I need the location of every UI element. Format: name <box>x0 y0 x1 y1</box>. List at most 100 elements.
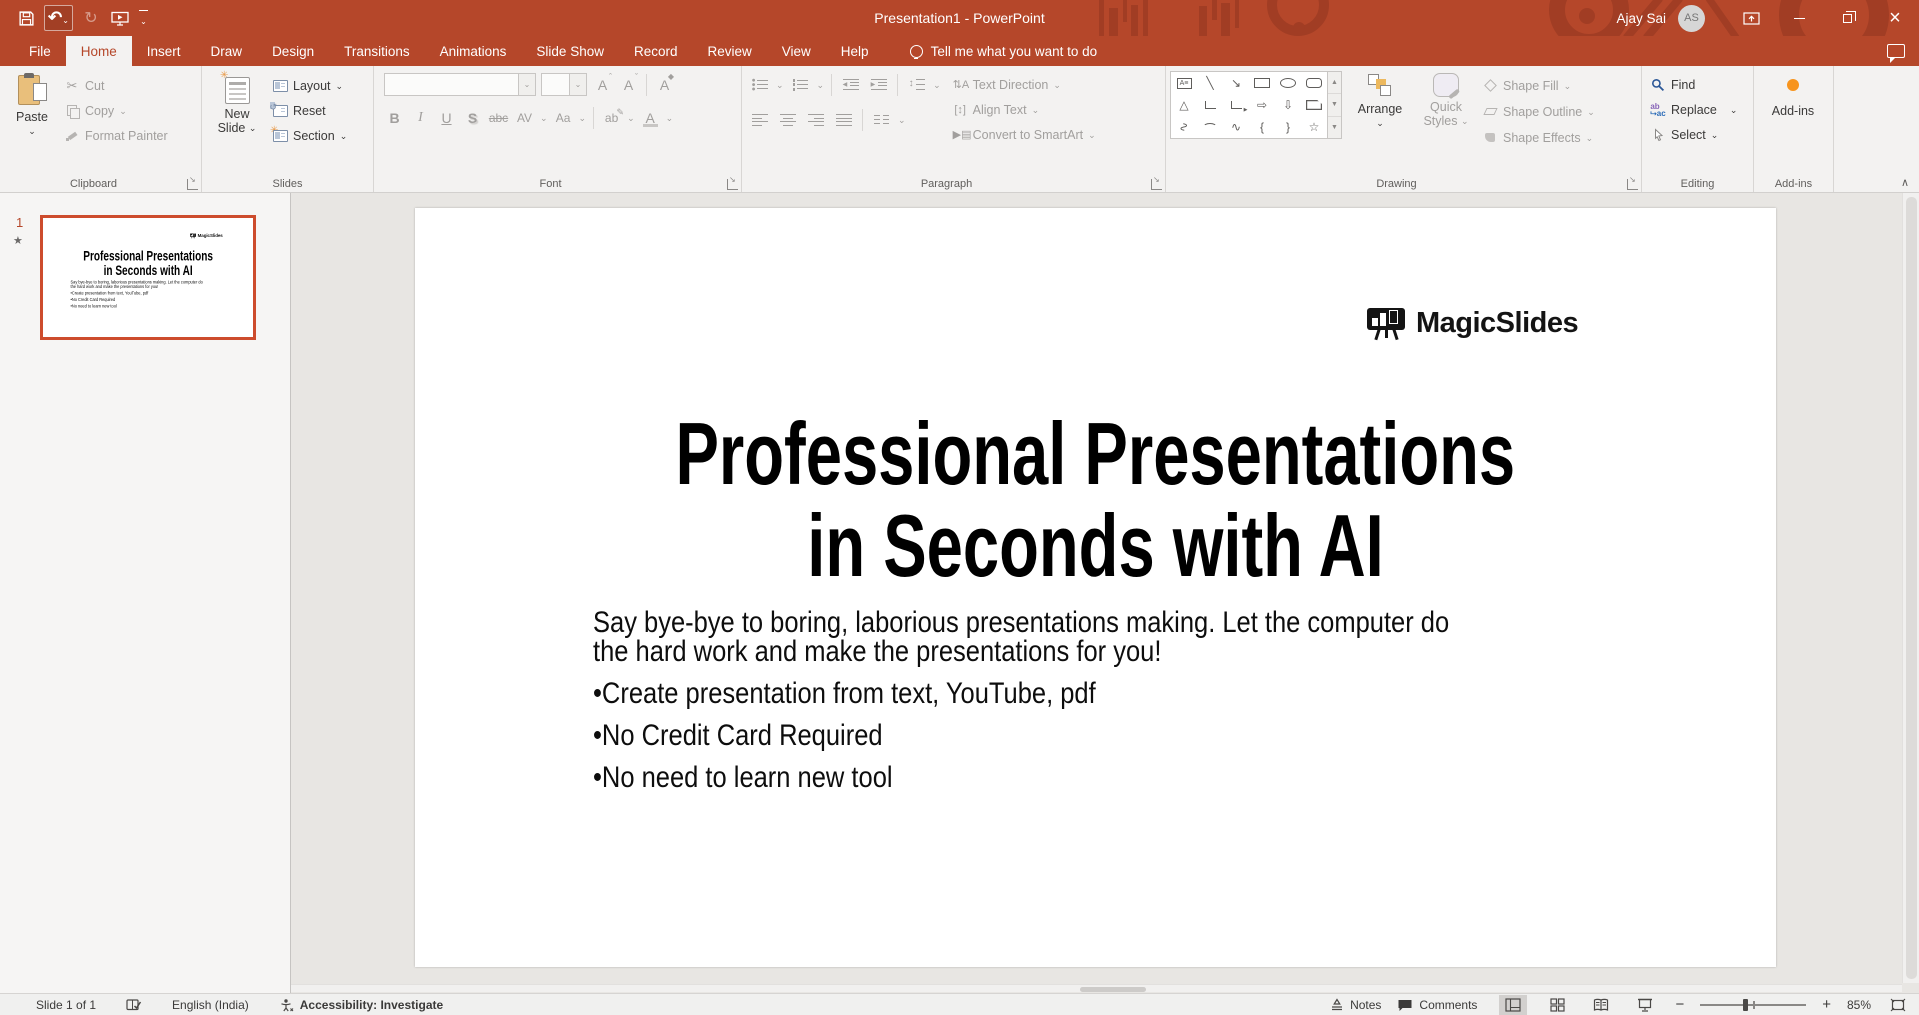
tab-home[interactable]: Home <box>65 36 132 66</box>
reset-button[interactable]: Reset <box>268 98 351 123</box>
layout-button[interactable]: Layout <box>268 73 351 98</box>
shape-arrow-icon[interactable]: ↘ <box>1231 76 1241 90</box>
shape-textbox-icon[interactable]: A≡ <box>1176 77 1192 89</box>
minimize-button[interactable] <box>1775 0 1823 36</box>
redo-button[interactable] <box>79 5 103 31</box>
shapes-scroll-down-button[interactable]: ▼ <box>1328 93 1341 115</box>
shape-triangle-icon[interactable]: △ <box>1179 98 1188 112</box>
shape-down-arrow-icon[interactable]: ⇩ <box>1283 98 1293 112</box>
text-highlight-dropdown-icon[interactable] <box>627 110 635 125</box>
font-size-dropdown-icon[interactable] <box>569 74 586 95</box>
close-button[interactable] <box>1871 0 1919 36</box>
shrink-font-button[interactable]: Aˇ <box>618 72 639 96</box>
shape-effects-dropdown-icon[interactable] <box>1586 131 1594 145</box>
shape-left-brace-icon[interactable]: { <box>1260 120 1264 134</box>
clipboard-dialog-launcher[interactable] <box>187 175 198 190</box>
font-name-dropdown-icon[interactable] <box>518 74 535 95</box>
ribbon-display-options-button[interactable] <box>1727 0 1775 36</box>
find-button[interactable]: Find <box>1650 74 1745 95</box>
tab-file[interactable]: File <box>14 36 66 66</box>
slide-editor[interactable]: MagicSlides Professional Presentations i… <box>415 208 1776 967</box>
comments-shortcut-icon[interactable] <box>1887 44 1905 63</box>
addins-button[interactable]: Add-ins <box>1758 71 1828 118</box>
columns-button[interactable] <box>870 108 893 131</box>
shapes-more-button[interactable]: ▼ <box>1328 115 1341 138</box>
slide-title-textbox[interactable]: Professional Presentations in Seconds wi… <box>415 408 1776 592</box>
font-dialog-launcher[interactable] <box>727 175 738 190</box>
bold-button[interactable]: B <box>384 106 405 129</box>
drawing-dialog-launcher[interactable] <box>1627 175 1638 190</box>
arrange-dropdown-icon[interactable] <box>1376 116 1384 130</box>
shape-effects-button[interactable]: Shape Effects <box>1482 127 1595 148</box>
arrange-button[interactable]: Arrange <box>1350 71 1410 148</box>
slide-thumbnail[interactable]: MagicSlides Professional Presentations i… <box>40 215 256 340</box>
notes-toggle[interactable]: Notes <box>1330 998 1381 1012</box>
align-center-button[interactable] <box>776 108 799 131</box>
numbering-dropdown-icon[interactable] <box>817 77 825 92</box>
zoom-slider-thumb[interactable] <box>1742 998 1748 1011</box>
zoom-out-button[interactable]: − <box>1675 996 1684 1013</box>
save-button[interactable] <box>14 5 38 31</box>
font-size-combobox[interactable] <box>541 73 587 96</box>
tab-draw[interactable]: Draw <box>196 36 258 66</box>
shape-elbow-connector-icon[interactable] <box>1204 101 1216 109</box>
character-spacing-dropdown-icon[interactable] <box>540 110 548 125</box>
replace-button[interactable]: ab ⮡ac Replace <box>1650 99 1745 120</box>
section-button[interactable]: Section <box>268 123 351 148</box>
slide-indicator[interactable]: Slide 1 of 1 <box>36 998 96 1012</box>
section-dropdown-icon[interactable] <box>340 129 348 143</box>
bullets-button[interactable] <box>748 73 771 96</box>
customize-qat-button[interactable] <box>138 9 148 27</box>
shape-oval-icon[interactable] <box>1280 78 1296 88</box>
slide-body-textbox[interactable]: Say bye-bye to boring, laborious present… <box>593 608 1600 793</box>
shape-snip-rectangle-icon[interactable] <box>1306 100 1322 110</box>
restore-button[interactable] <box>1823 0 1871 36</box>
accessibility-checker[interactable]: Accessibility: Investigate <box>279 998 443 1012</box>
bullets-dropdown-icon[interactable] <box>776 77 784 92</box>
fit-slide-to-window-button[interactable] <box>1887 995 1909 1015</box>
shape-arc-icon[interactable] <box>1203 123 1217 131</box>
tab-insert[interactable]: Insert <box>132 36 196 66</box>
zoom-in-button[interactable]: + <box>1822 996 1831 1013</box>
undo-button[interactable] <box>44 5 73 31</box>
collapse-ribbon-button[interactable] <box>1901 176 1909 189</box>
copy-dropdown-icon[interactable] <box>119 104 127 118</box>
new-slide-dropdown-icon[interactable] <box>249 121 257 135</box>
columns-dropdown-icon[interactable] <box>898 112 906 127</box>
shape-star-icon[interactable]: ☆ <box>1309 120 1320 134</box>
cut-button[interactable]: Cut <box>60 73 172 98</box>
shape-right-arrow-icon[interactable]: ⇨ <box>1257 98 1267 112</box>
paste-dropdown-icon[interactable] <box>28 124 36 138</box>
format-painter-button[interactable]: Format Painter <box>60 123 172 148</box>
paste-button[interactable]: Paste <box>4 71 60 148</box>
shape-right-brace-icon[interactable]: } <box>1286 120 1290 134</box>
shape-outline-dropdown-icon[interactable] <box>1587 105 1595 119</box>
change-case-dropdown-icon[interactable] <box>579 110 587 125</box>
horizontal-scrollbar[interactable] <box>291 984 1902 992</box>
font-color-dropdown-icon[interactable] <box>666 110 674 125</box>
underline-button[interactable]: U <box>436 106 457 129</box>
font-name-combobox[interactable] <box>384 73 536 96</box>
account-avatar[interactable]: AS <box>1678 4 1705 32</box>
reading-view-button[interactable] <box>1587 995 1615 1015</box>
quick-styles-dropdown-icon[interactable] <box>1461 114 1469 128</box>
shape-line-icon[interactable]: ╲ <box>1206 76 1213 90</box>
slide-logo[interactable]: MagicSlides <box>1367 306 1579 341</box>
numbering-button[interactable] <box>789 73 812 96</box>
shape-fill-dropdown-icon[interactable] <box>1564 79 1572 93</box>
copy-button[interactable]: Copy <box>60 98 172 123</box>
align-left-button[interactable] <box>748 108 771 131</box>
language-indicator[interactable]: English (India) <box>172 998 249 1012</box>
slide-sorter-view-button[interactable] <box>1543 995 1571 1015</box>
increase-indent-button[interactable] <box>867 73 890 96</box>
tab-transitions[interactable]: Transitions <box>329 36 425 66</box>
change-case-button[interactable]: Aa <box>553 106 574 129</box>
align-text-dropdown-icon[interactable] <box>1032 103 1040 117</box>
line-spacing-button[interactable] <box>905 73 928 96</box>
grow-font-button[interactable]: Aˆ <box>592 72 613 96</box>
shapes-scroll-up-button[interactable]: ▲ <box>1328 72 1341 93</box>
replace-dropdown-icon[interactable] <box>1730 103 1738 117</box>
tab-record[interactable]: Record <box>619 36 693 66</box>
tab-help[interactable]: Help <box>826 36 884 66</box>
shape-rectangle-icon[interactable] <box>1254 78 1270 88</box>
